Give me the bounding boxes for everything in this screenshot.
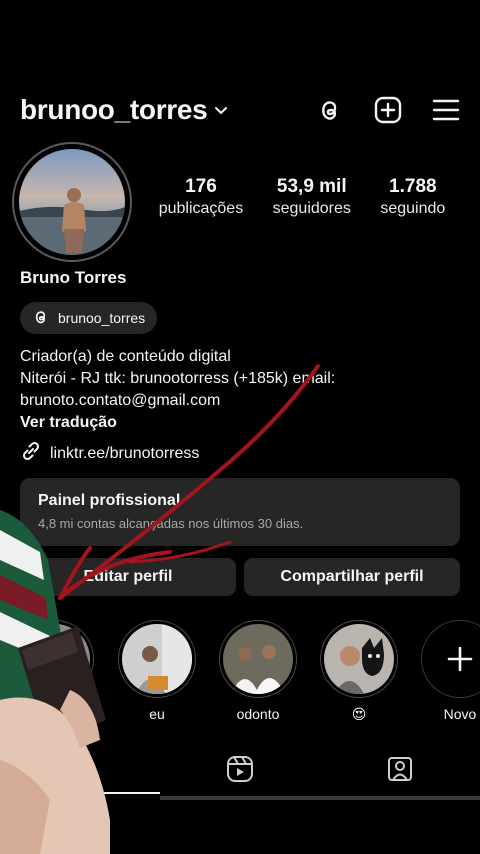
highlight-cover [320,620,398,698]
edit-profile-button[interactable]: Editar perfil [20,558,236,596]
threads-badge[interactable]: brunoo_torres [20,302,158,334]
new-highlight-button[interactable]: Novo [421,620,480,722]
tab-tagged[interactable] [320,748,480,794]
new-post-icon[interactable] [374,96,402,124]
followers-label: seguidores [272,200,351,217]
tab-grid[interactable] [0,748,160,794]
highlight-item[interactable]: 😍 [320,620,398,723]
highlight-label: eu [149,706,165,722]
posts-count: 176 [185,176,217,197]
reels-icon [226,755,254,788]
username[interactable]: brunoo_torres [20,94,208,126]
stat-followers[interactable]: 53,9 mil seguidores [273,176,351,218]
chevron-down-icon[interactable] [213,102,229,123]
dashboard-title: Painel profissional [38,492,181,509]
profile-summary: 176 publicações 53,9 mil seguidores 1.78… [12,140,460,264]
profile-link[interactable]: linktr.ee/brunotorress [20,440,199,467]
highlight-label: odonto [236,706,280,722]
bio-category: Criador(a) de conteúdo digital [20,348,231,365]
bio-email[interactable]: brunoto.contato@gmail.com [20,390,460,412]
highlight-item[interactable] [16,620,94,706]
link-url: linktr.ee/brunotorress [50,444,200,462]
plus-icon [421,620,480,698]
followers-count: 53,9 mil [276,176,347,197]
bio: Criador(a) de conteúdo digital Niterói -… [20,346,460,434]
dashboard-subtitle: 4,8 mi contas alcançadas nos últimos 30 … [38,516,304,531]
avatar-image [19,149,125,255]
menu-icon[interactable] [432,96,460,124]
avatar[interactable] [12,142,132,262]
threads-icon [32,308,50,329]
highlight-label: 😍 [351,706,367,722]
link-icon [20,440,42,467]
highlight-item[interactable]: odonto [219,620,297,722]
tab-reels[interactable] [160,748,320,794]
profile-tabs [0,748,480,798]
grid-icon [67,756,93,787]
tab-divider [160,796,480,800]
bio-line: Niterói - RJ ttk: brunootorress (+185k) … [20,370,336,387]
tagged-icon [386,755,414,788]
highlight-cover [16,620,94,698]
threads-handle: brunoo_torres [58,310,146,326]
story-highlights: eu odonto 😍 Novo [16,620,480,730]
threads-icon[interactable] [316,96,344,124]
highlight-cover [219,620,297,698]
highlight-item[interactable]: eu [118,620,196,722]
full-name: Bruno Torres [20,268,127,287]
active-tab-indicator [100,792,160,794]
profile-header: brunoo_torres [20,88,460,132]
professional-dashboard[interactable]: Painel profissional 4,8 mi contas alcanç… [20,478,460,546]
following-count: 1.788 [389,176,437,197]
posts-label: publicações [158,200,244,217]
highlight-label: Novo [443,706,477,722]
see-translation-link[interactable]: Ver tradução [20,412,460,434]
following-label: seguindo [380,200,446,217]
stat-posts[interactable]: 176 publicações [159,176,244,218]
profile-actions: Editar perfil Compartilhar perfil [20,558,460,596]
share-profile-button[interactable]: Compartilhar perfil [244,558,460,596]
stat-following[interactable]: 1.788 seguindo [380,176,445,218]
highlight-cover [118,620,196,698]
